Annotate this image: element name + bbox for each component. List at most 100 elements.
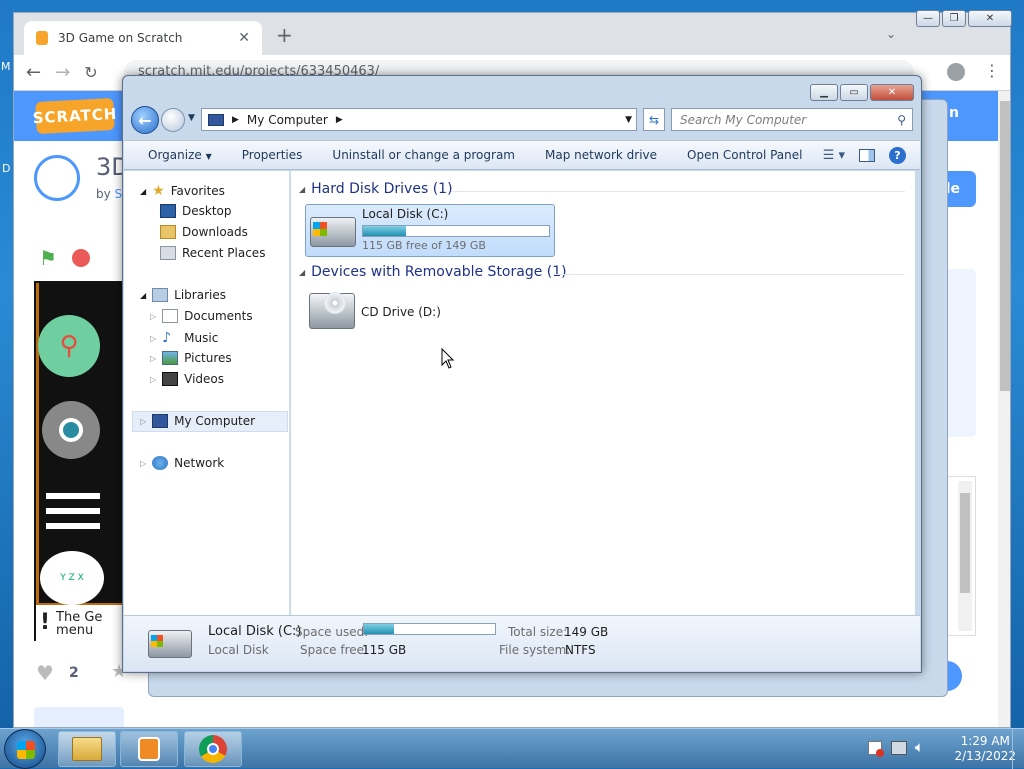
breadcrumb-my-computer[interactable]: My Computer xyxy=(247,113,328,127)
space-used-label: Space used: xyxy=(295,625,369,639)
nav-network[interactable]: ▷ Network xyxy=(140,456,224,470)
taskbar-chrome-button[interactable] xyxy=(184,731,242,767)
collapse-arrow-icon[interactable]: ▷ xyxy=(150,354,156,363)
uninstall-button[interactable]: Uninstall or change a program xyxy=(332,148,515,162)
action-center-icon[interactable] xyxy=(868,741,884,757)
reload-icon[interactable]: ↻ xyxy=(84,63,97,82)
recent-pages-chevron-icon[interactable]: ▼ xyxy=(188,113,195,123)
collapse-arrow-icon[interactable]: ▷ xyxy=(150,334,156,343)
chrome-icon xyxy=(199,735,227,763)
page-scrollbar[interactable] xyxy=(998,91,1010,727)
group-collapse-icon[interactable]: ◢ xyxy=(299,185,305,194)
space-used-fill xyxy=(364,624,395,634)
music-note-icon: ♪ xyxy=(162,330,172,346)
clock[interactable]: 1:29 AM 2/13/2022 xyxy=(954,734,1016,764)
close-button[interactable]: ✕ xyxy=(870,84,914,101)
desktop-edge-text-2: D xyxy=(2,162,11,175)
explorer-window-controls: ▁ ▭ ✕ xyxy=(810,84,914,101)
profile-icon[interactable] xyxy=(947,63,965,81)
chrome-minimize-button[interactable]: — xyxy=(916,10,940,27)
tab-search-icon[interactable]: ⌄ xyxy=(886,27,896,41)
group-collapse-icon[interactable]: ◢ xyxy=(299,268,305,277)
menu-kebab-icon[interactable]: ⋮ xyxy=(984,61,1000,80)
forward-button[interactable] xyxy=(161,108,185,132)
group-hard-disk-drives[interactable]: ◢ Hard Disk Drives (1) xyxy=(299,181,453,197)
chrome-restore-button[interactable]: ❐ xyxy=(942,10,966,27)
nav-recent-places[interactable]: Recent Places xyxy=(160,246,265,260)
nav-favorites[interactable]: ◢ ★ Favorites xyxy=(140,183,225,199)
collapse-arrow-icon[interactable]: ▷ xyxy=(150,312,156,321)
breadcrumb-child-arrow-icon[interactable]: ▶ xyxy=(336,115,343,125)
nav-music-label: Music xyxy=(184,331,219,345)
love-heart-icon[interactable]: ♥ xyxy=(36,661,54,685)
breadcrumb-arrow-icon[interactable]: ▶ xyxy=(232,115,239,125)
exclamation-icon: ! xyxy=(40,610,51,635)
nav-libraries[interactable]: ◢ Libraries xyxy=(140,288,226,302)
taskbar-explorer-button[interactable] xyxy=(58,731,116,767)
group-removable-storage[interactable]: ◢ Devices with Removable Storage (1) xyxy=(299,264,567,280)
network-tray-icon[interactable] xyxy=(891,741,907,755)
nav-videos[interactable]: ▷ Videos xyxy=(150,372,224,386)
nav-documents[interactable]: ▷ Documents xyxy=(150,309,253,323)
comments-scrollbar[interactable] xyxy=(958,481,972,631)
open-control-panel-button[interactable]: Open Control Panel xyxy=(687,148,802,162)
local-disk-c-item[interactable]: Local Disk (C:) 115 GB free of 149 GB xyxy=(305,204,555,257)
page-scroll-thumb[interactable] xyxy=(1000,101,1010,391)
organize-button[interactable]: Organize ▼ xyxy=(148,148,212,162)
libraries-icon xyxy=(152,288,169,302)
tab-title: 3D Game on Scratch xyxy=(58,31,183,45)
preview-pane-icon[interactable] xyxy=(859,149,875,162)
nav-downloads[interactable]: Downloads xyxy=(160,225,248,239)
nav-pictures[interactable]: ▷ Pictures xyxy=(150,351,232,365)
scratch-logo[interactable]: SCRATCH xyxy=(32,97,118,135)
expand-arrow-icon[interactable]: ◢ xyxy=(140,291,146,300)
properties-button[interactable]: Properties xyxy=(242,148,303,162)
nav-pictures-label: Pictures xyxy=(184,351,232,365)
clock-date: 2/13/2022 xyxy=(954,749,1016,763)
collapse-arrow-icon[interactable]: ▷ xyxy=(150,375,156,384)
taskbar-media-player-button[interactable] xyxy=(120,731,178,767)
total-size-value: 149 GB xyxy=(564,625,609,639)
pictures-icon xyxy=(162,351,179,365)
nav-documents-label: Documents xyxy=(184,309,253,323)
close-tab-icon[interactable]: ✕ xyxy=(238,30,250,46)
favorites-star-icon: ★ xyxy=(152,183,165,199)
nav-music[interactable]: ▷ ♪ Music xyxy=(150,330,218,346)
refresh-button[interactable]: ⇆ xyxy=(643,108,665,131)
love-count: 2 xyxy=(69,665,79,681)
expand-arrow-icon[interactable]: ◢ xyxy=(140,187,146,196)
command-bar-right: ☰ ▾ ? xyxy=(823,147,906,164)
chrome-close-button[interactable]: ✕ xyxy=(968,10,1012,27)
explorer-search-input[interactable]: Search My Computer ⚲ xyxy=(671,108,913,131)
file-system-value: NTFS xyxy=(565,643,596,657)
volume-icon[interactable]: 🔈︎ xyxy=(915,738,924,756)
cd-drive-d-item[interactable]: CD Drive (D:) xyxy=(305,287,555,337)
new-tab-button[interactable]: + xyxy=(276,23,293,47)
start-button[interactable] xyxy=(4,729,46,769)
cd-drive-name: CD Drive (D:) xyxy=(361,305,441,319)
chrome-window-controls: — ❐ ✕ xyxy=(916,10,1012,27)
maximize-button[interactable]: ▭ xyxy=(840,84,868,101)
nav-favorites-label: Favorites xyxy=(170,184,225,198)
forward-icon[interactable]: → xyxy=(55,62,70,83)
help-icon[interactable]: ? xyxy=(889,147,906,164)
change-view-icon[interactable]: ☰ ▾ xyxy=(823,148,845,163)
nav-my-computer[interactable]: ▷ My Computer xyxy=(140,414,255,428)
green-flag-icon[interactable]: ⚑ xyxy=(39,246,57,270)
back-icon[interactable]: ← xyxy=(26,62,41,83)
sign-in-link[interactable]: n xyxy=(949,105,959,121)
map-network-drive-button[interactable]: Map network drive xyxy=(545,148,657,162)
minimize-button[interactable]: ▁ xyxy=(810,84,838,101)
collapse-arrow-icon[interactable]: ▷ xyxy=(140,459,146,468)
group-divider xyxy=(553,274,905,275)
collapse-arrow-icon[interactable]: ▷ xyxy=(140,417,146,426)
explorer-address-bar[interactable]: ▶ My Computer ▶ ▼ xyxy=(201,108,637,131)
show-desktop-button[interactable] xyxy=(1012,729,1024,769)
project-stage[interactable]: ⚲ Y Z X ! The Ge menu xyxy=(34,281,130,641)
stop-icon[interactable] xyxy=(72,249,90,267)
nav-desktop[interactable]: Desktop xyxy=(160,204,232,218)
address-dropdown-icon[interactable]: ▼ xyxy=(625,115,632,125)
documents-icon xyxy=(162,309,179,323)
chrome-tab[interactable]: 3D Game on Scratch ✕ xyxy=(24,21,262,55)
back-button[interactable]: ← xyxy=(131,106,159,134)
